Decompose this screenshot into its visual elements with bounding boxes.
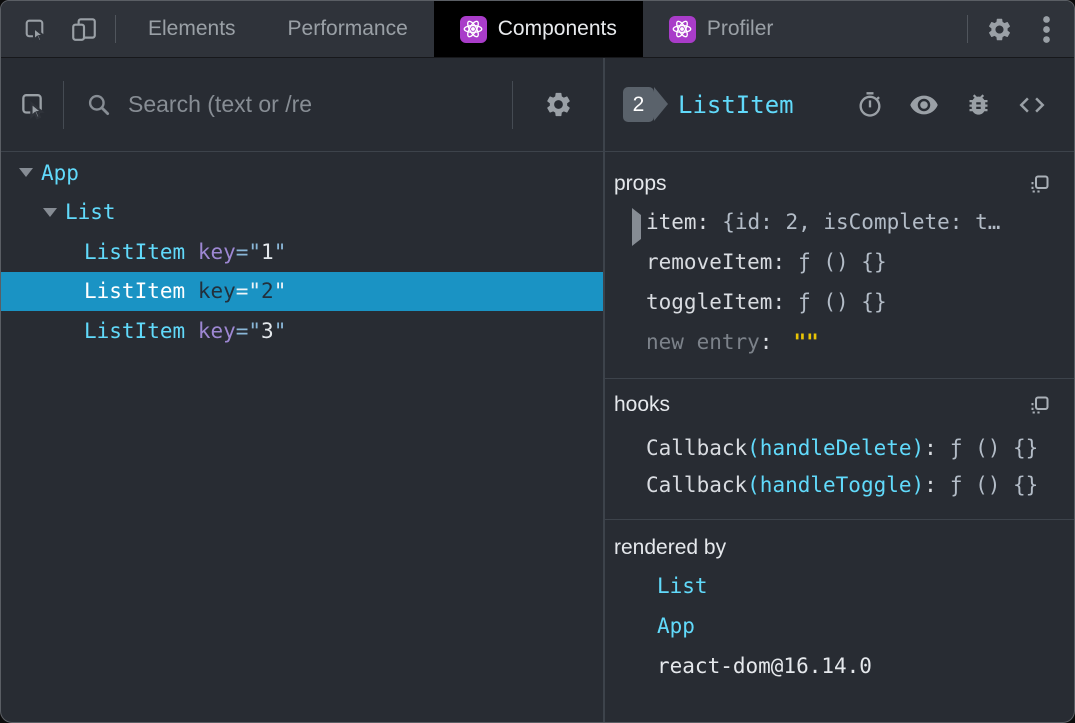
hook-value: ƒ () {} [949, 435, 1039, 460]
prop-row-new-entry[interactable]: new entry: "" [605, 322, 1074, 362]
bug-icon [969, 94, 987, 115]
expander-icon[interactable] [626, 208, 641, 246]
prop-value: {id: 2, isComplete: t… [722, 210, 1001, 234]
tab-performance[interactable]: Performance [262, 1, 434, 57]
inspector-panel: 2 ListItem props item: {id: 2, isComple… [605, 58, 1074, 722]
tree-row-list[interactable]: List [1, 193, 603, 233]
copy-icon [1031, 396, 1049, 414]
copy-icon [1031, 175, 1049, 193]
prop-row-item[interactable]: item: {id: 2, isComplete: t… [605, 202, 1074, 246]
search-icon [88, 94, 110, 115]
component-tree: App List ListItem key =" 1 " ListItem key ="… [1, 152, 603, 722]
expander-icon[interactable] [39, 207, 65, 217]
inspect-dom-button[interactable] [904, 85, 944, 125]
gear-icon [988, 18, 1010, 40]
prop-value: ƒ () {} [798, 250, 887, 274]
tab-elements[interactable]: Elements [122, 1, 262, 57]
expander-icon[interactable] [15, 168, 41, 178]
prop-value: ƒ () {} [798, 290, 887, 314]
component-name: ListItem [84, 318, 186, 343]
view-source-button[interactable] [1012, 85, 1052, 125]
prop-row-removeitem[interactable]: removeItem: ƒ () {} [605, 242, 1074, 282]
selected-component-title: ListItem [678, 90, 794, 119]
kebab-menu-icon [1042, 15, 1050, 43]
key-value: 3 [261, 318, 274, 343]
rendered-by-section-title: rendered by [614, 536, 727, 559]
hook-name: (handleDelete) [747, 435, 925, 460]
key-value: 1 [261, 239, 274, 264]
hook-row-handletoggle[interactable]: Callback (handleToggle): ƒ () {} [605, 466, 1074, 503]
key-attr: key [197, 279, 236, 304]
inspect-element-button[interactable] [9, 1, 59, 57]
inspector-body: props item: {id: 2, isComplete: t… remove… [605, 152, 1074, 722]
key-attr: key [197, 239, 236, 264]
copy-props-button[interactable] [1028, 173, 1050, 195]
divider [115, 15, 116, 43]
props-section-title: props [614, 172, 667, 195]
prop-row-toggleitem[interactable]: toggleItem: ƒ () {} [605, 282, 1074, 322]
search-input[interactable] [128, 91, 512, 118]
tree-row-app[interactable]: App [1, 153, 603, 193]
settings-button[interactable] [974, 1, 1024, 57]
editable-value-input[interactable]: "" [793, 330, 818, 354]
eye-icon [910, 95, 938, 114]
devtools-tab-bar: Elements Performance Components Profiler [1, 1, 1074, 58]
code-brackets-icon [1019, 97, 1045, 112]
hook-name: (handleToggle) [747, 472, 925, 497]
gear-icon [546, 92, 570, 117]
suspend-toggle-button[interactable] [850, 85, 890, 125]
hook-value: ƒ () {} [949, 472, 1039, 497]
react-logo-icon [668, 15, 696, 43]
view-settings-button[interactable] [513, 90, 603, 119]
component-name: ListItem [84, 239, 186, 264]
rendered-by-react-dom-version: react-dom@16.14.0 [657, 654, 872, 678]
inspect-cursor-icon [22, 93, 44, 119]
inspect-cursor-icon [25, 19, 44, 42]
props-section: props item: {id: 2, isComplete: t… remove… [605, 152, 1074, 379]
key-attr: key [197, 318, 236, 343]
rendered-by-app-link[interactable]: App [605, 606, 1074, 646]
key-value: 2 [261, 279, 274, 304]
more-options-button[interactable] [1024, 1, 1068, 57]
inspector-toolbar: 2 ListItem [605, 58, 1074, 152]
divider [967, 15, 968, 43]
hooks-section-title: hooks [614, 393, 671, 416]
hooks-section: hooks Callback (handleDelete): ƒ () {} Cal… [605, 379, 1074, 520]
select-component-button[interactable] [1, 90, 63, 120]
copy-hooks-button[interactable] [1028, 394, 1050, 416]
tab-components[interactable]: Components [433, 1, 643, 57]
tab-label: Components [497, 17, 617, 40]
component-name: App [41, 160, 79, 185]
divider [63, 80, 64, 129]
component-name: ListItem [84, 279, 186, 304]
log-to-console-button[interactable] [958, 85, 998, 125]
tab-label: Performance [287, 17, 408, 40]
stopwatch-icon [859, 91, 881, 117]
components-panel: App List ListItem key="1" ListItem key="… [1, 58, 1074, 722]
owners-count-badge[interactable]: 2 [623, 87, 668, 122]
tab-label: Elements [148, 17, 236, 40]
toggle-device-toolbar-button[interactable] [59, 1, 109, 57]
rendered-by-list-link[interactable]: List [605, 566, 1074, 606]
tree-toolbar [1, 58, 603, 152]
react-logo-icon [459, 15, 487, 43]
component-name: List [65, 200, 116, 225]
device-toolbar-icon [72, 18, 96, 41]
devtools-window: Elements Performance Components Profiler [0, 0, 1075, 723]
tab-label: Profiler [706, 17, 774, 40]
search-bar [86, 91, 512, 118]
tree-row-listitem-3[interactable]: ListItem key =" 3 " [1, 311, 603, 351]
component-tree-panel: App List ListItem key="1" ListItem key="… [1, 58, 605, 722]
tree-row-listitem-1[interactable]: ListItem key =" 1 " [1, 232, 603, 272]
tree-row-listitem-2-selected[interactable]: ListItem key =" 2 " [1, 271, 603, 311]
rendered-by-section: rendered by List App react-dom@16.14.0 [605, 520, 1074, 702]
tab-profiler[interactable]: Profiler [643, 1, 800, 57]
hook-row-handledelete[interactable]: Callback (handleDelete): ƒ () {} [605, 429, 1074, 466]
